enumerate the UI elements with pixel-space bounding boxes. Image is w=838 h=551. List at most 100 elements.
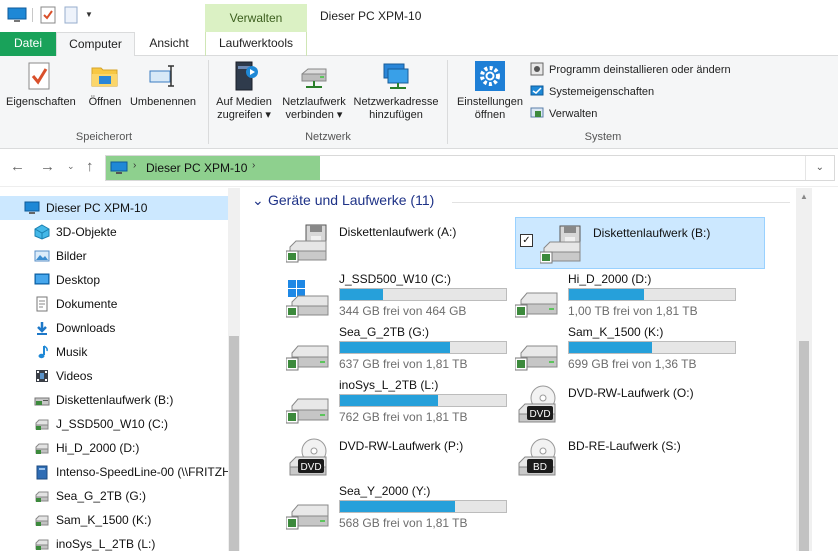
downloads-icon: [37, 322, 47, 335]
ribbon: Eigenschaften Öffnen Umbenennen Speicher…: [0, 56, 838, 149]
systemeigenschaften-button[interactable]: Systemeigenschaften: [530, 82, 654, 102]
nav-item[interactable]: Downloads: [0, 316, 228, 340]
nav-item-label: 3D-Objekte: [56, 225, 117, 239]
scroll-up-arrow-icon[interactable]: ▲: [800, 192, 808, 201]
window-title: Dieser PC XPM-10: [320, 9, 422, 23]
breadcrumb-chevron-icon[interactable]: ›: [252, 160, 255, 171]
up-arrow-icon[interactable]: ↑: [86, 158, 94, 175]
selection-checkbox[interactable]: ✓: [520, 234, 533, 247]
add-network-location-icon: [383, 63, 409, 89]
nav-item-label: Dieser PC XPM-10: [46, 201, 148, 215]
drive-icon: [286, 504, 329, 530]
umbenennen-button[interactable]: Umbenennen: [128, 60, 198, 109]
nav-item[interactable]: Bilder: [0, 244, 228, 268]
nav-item[interactable]: 3D-Objekte: [0, 220, 228, 244]
content-scroll-thumb[interactable]: [799, 341, 809, 551]
nav-item[interactable]: J_SSD500_W10 (C:): [0, 412, 228, 436]
group-header-devices[interactable]: ⌄ Geräte und Laufwerke (11): [252, 192, 434, 209]
drive-badge: DVD: [300, 462, 321, 473]
address-bar[interactable]: › Dieser PC XPM-10 › ⌄: [105, 155, 835, 181]
nav-item-label: Desktop: [56, 273, 101, 287]
nav-item[interactable]: Sea_G_2TB (G:): [0, 484, 228, 508]
content-scrollbar[interactable]: ▲: [796, 188, 812, 551]
netzlaufwerk-verbinden-button[interactable]: Netzlaufwerk verbinden ▾: [279, 60, 349, 122]
tab-laufwerktools[interactable]: Laufwerktools: [205, 32, 307, 56]
tab-computer[interactable]: Computer: [56, 32, 135, 57]
nav-item-label: Bilder: [56, 249, 87, 263]
verwalten-button[interactable]: Verwalten: [530, 104, 597, 124]
tab-ansicht[interactable]: Ansicht: [137, 32, 201, 56]
nav-item[interactable]: Desktop: [0, 268, 228, 292]
group-label-system: System: [584, 131, 622, 143]
programm-deinstallieren-button[interactable]: Programm deinstallieren oder ändern: [530, 60, 731, 80]
nav-item[interactable]: Intenso-SpeedLine-00 (\\FRITZHI: [0, 460, 234, 484]
netzwerkadresse-hinzufuegen-button[interactable]: Netzwerkadresse hinzufügen: [352, 60, 440, 122]
drive-icon: [515, 345, 558, 371]
drive-name: DVD-RW-Laufwerk (O:): [568, 386, 694, 400]
drive-name: Sea_Y_2000 (Y:): [339, 484, 431, 498]
drive-tile[interactable]: Sam_K_1500 (K:) 699 GB frei von 1,36 TB: [515, 325, 765, 377]
drive-free-space: 344 GB frei von 464 GB: [339, 304, 467, 318]
drive-tile[interactable]: DVD DVD-RW-Laufwerk (O:): [515, 378, 765, 430]
pc-icon[interactable]: [7, 6, 27, 24]
nav-item[interactable]: Sam_K_1500 (K:): [0, 508, 228, 532]
drive-tile[interactable]: Diskettenlaufwerk (A:): [286, 217, 536, 269]
dvd-drive-icon: DVD: [289, 438, 327, 476]
windows-drive-icon: [286, 280, 329, 318]
drive-free-space: 699 GB frei von 1,36 TB: [568, 357, 697, 371]
drive-tile[interactable]: Hi_D_2000 (D:) 1,00 TB frei von 1,81 TB: [515, 272, 765, 324]
drive-icon: [286, 345, 329, 371]
nav-item[interactable]: Dokumente: [0, 292, 228, 316]
group-label-netzwerk: Netzwerk: [305, 131, 351, 143]
drive-usage-bar: [568, 341, 736, 354]
drive-name: DVD-RW-Laufwerk (P:): [339, 439, 464, 453]
address-dropdown-chevron-icon[interactable]: ⌄: [816, 162, 824, 173]
tab-datei[interactable]: Datei: [0, 32, 56, 56]
breadcrumb-chevron-icon[interactable]: ›: [133, 160, 136, 171]
properties-icon[interactable]: [40, 6, 56, 24]
nav-item[interactable]: inoSys_L_2TB (L:): [0, 532, 228, 551]
settings-gear-icon: [475, 61, 505, 91]
back-arrow-icon[interactable]: ←: [10, 158, 25, 175]
drive-name: Diskettenlaufwerk (A:): [339, 225, 457, 239]
nav-item[interactable]: Videos: [0, 364, 228, 388]
drive-name: Hi_D_2000 (D:): [568, 272, 652, 286]
chevron-down-icon[interactable]: ⌄: [252, 192, 264, 209]
auf-medien-zugreifen-button[interactable]: Auf Medien zugreifen ▾: [212, 60, 276, 122]
floppy-drive-icon: [286, 224, 327, 263]
group-label-speicherort: Speicherort: [75, 131, 133, 143]
drive-tile[interactable]: Sea_Y_2000 (Y:) 568 GB frei von 1,81 TB: [286, 484, 536, 536]
drive-usage-fill: [340, 501, 455, 512]
drive-tile[interactable]: ✓ Diskettenlaufwerk (B:): [515, 217, 765, 269]
drive-name: Sam_K_1500 (K:): [568, 325, 664, 339]
drive-tile[interactable]: DVD DVD-RW-Laufwerk (P:): [286, 431, 536, 483]
drive-tile[interactable]: Sea_G_2TB (G:) 637 GB frei von 1,81 TB: [286, 325, 536, 377]
breadcrumb-dieser-pc[interactable]: Dieser PC XPM-10: [146, 161, 247, 175]
drive-name: inoSys_L_2TB (L:): [339, 378, 439, 392]
drive-badge: BD: [533, 462, 547, 473]
network-drive-icon: [36, 465, 48, 480]
nav-item[interactable]: Dieser PC XPM-10: [0, 196, 228, 220]
content-pane: ⌄ Geräte und Laufwerke (11) Diskettenlauf…: [244, 188, 838, 551]
drive-free-space: 1,00 TB frei von 1,81 TB: [568, 304, 698, 318]
nav-item-label: Sea_G_2TB (G:): [56, 489, 147, 503]
einstellungen-oeffnen-button[interactable]: Einstellungen öffnen: [454, 60, 526, 122]
new-document-icon[interactable]: [63, 6, 79, 24]
navpane-scrollbar[interactable]: [228, 188, 240, 551]
nav-item[interactable]: Diskettenlaufwerk (B:): [0, 388, 228, 412]
quick-access-dropdown-icon[interactable]: ▼: [85, 10, 93, 28]
oeffnen-button[interactable]: Öffnen: [84, 60, 126, 109]
eigenschaften-button[interactable]: Eigenschaften: [6, 60, 76, 109]
computer-management-icon: [530, 107, 544, 118]
nav-item[interactable]: Hi_D_2000 (D:): [0, 436, 228, 460]
forward-arrow-icon[interactable]: →: [40, 158, 55, 175]
title-bar: ▼ Verwalten Dieser PC XPM-10: [0, 0, 838, 33]
drive-tile[interactable]: J_SSD500_W10 (C:) 344 GB frei von 464 GB: [286, 272, 536, 324]
drive-tile[interactable]: inoSys_L_2TB (L:) 762 GB frei von 1,81 TB: [286, 378, 536, 430]
nav-item[interactable]: Musik: [0, 340, 228, 364]
drive-usage-bar: [339, 394, 507, 407]
drive-tile[interactable]: BD BD-RE-Laufwerk (S:): [515, 431, 765, 483]
navpane-scroll-thumb[interactable]: [229, 336, 239, 551]
recent-locations-chevron-icon[interactable]: ⌄: [67, 161, 75, 172]
group-header-label: Geräte und Laufwerke (11): [268, 192, 435, 208]
